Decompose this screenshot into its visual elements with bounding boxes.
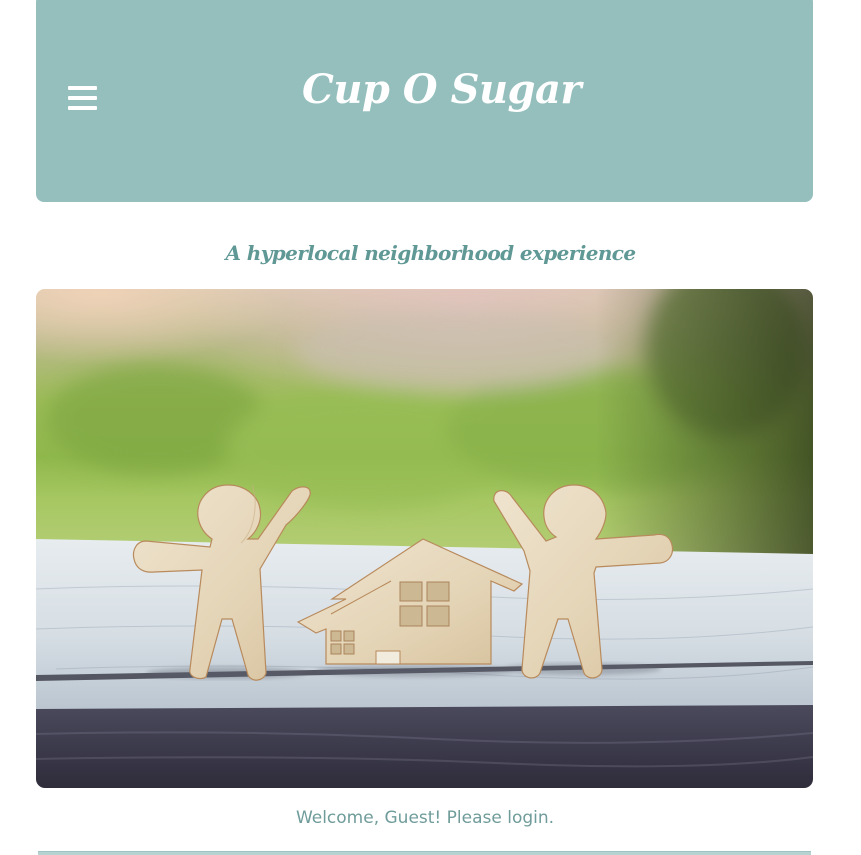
- brand-title[interactable]: Cup O Sugar: [36, 66, 813, 113]
- divider: [38, 851, 811, 855]
- tagline: A hyperlocal neighborhood experience: [225, 241, 636, 265]
- welcome-message: Welcome, Guest! Please login.: [295, 808, 555, 828]
- page: Cup O Sugar A hyperlocal neighborhood ex…: [0, 0, 861, 855]
- header-banner: Cup O Sugar: [36, 0, 813, 202]
- hero-image: [36, 289, 813, 788]
